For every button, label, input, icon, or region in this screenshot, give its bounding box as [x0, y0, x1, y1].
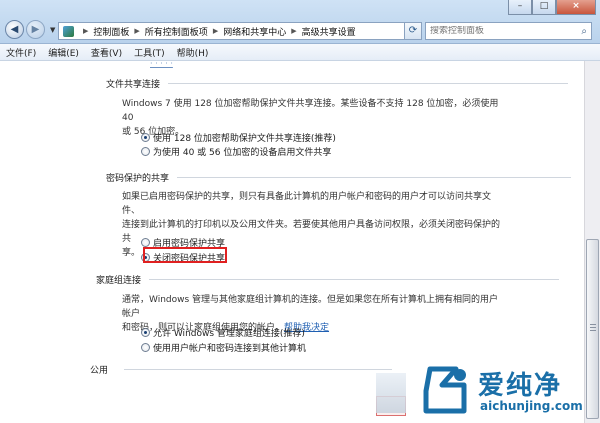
- radio-button[interactable]: [141, 147, 150, 156]
- radio-option-40-56bit[interactable]: 为使用 40 或 56 位加密的设备启用文件共享: [141, 145, 331, 158]
- menu-bar: 文件(F) 编辑(E) 查看(V) 工具(T) 帮助(H): [0, 44, 600, 61]
- radio-option-user-account[interactable]: 使用用户帐户和密码连接到其他计算机: [141, 341, 306, 354]
- section-title-file-sharing: 文件共享连接: [106, 77, 569, 90]
- menu-file[interactable]: 文件(F): [6, 46, 36, 59]
- forward-arrow-icon[interactable]: ▶: [26, 20, 45, 39]
- divider: [177, 177, 572, 178]
- menu-help[interactable]: 帮助(H): [177, 46, 209, 59]
- menu-tools[interactable]: 工具(T): [134, 46, 165, 59]
- title-bar: – □ × ◀ ▶ ▼ ▶ 控制面板 ▶ 所有控制面板项 ▶ 网络和共享中心 ▶…: [0, 0, 600, 44]
- search-icon[interactable]: ⌕: [581, 26, 587, 37]
- control-panel-icon: [63, 25, 74, 37]
- radio-option-128bit[interactable]: 使用 128 位加密帮助保护文件共享连接(推荐): [141, 131, 336, 144]
- chevron-down-icon[interactable]: ▼: [50, 26, 55, 34]
- highlight-box: [143, 247, 227, 263]
- breadcrumb-control-panel[interactable]: 控制面板: [93, 25, 129, 38]
- back-arrow-icon[interactable]: ◀: [5, 20, 24, 39]
- minimize-button[interactable]: –: [508, 0, 532, 15]
- logo-mark-icon: [423, 366, 467, 414]
- chevron-right-icon[interactable]: ▶: [291, 27, 296, 35]
- divider: [124, 369, 393, 370]
- radio-button[interactable]: [141, 328, 150, 337]
- radio-button[interactable]: [141, 238, 150, 247]
- chevron-right-icon[interactable]: ▶: [213, 27, 218, 35]
- divider: [168, 83, 569, 84]
- section-title-password-sharing: 密码保护的共享: [106, 171, 572, 184]
- radio-option-windows-manage[interactable]: 允许 Windows 管理家庭组连接(推荐): [141, 326, 305, 339]
- chevron-right-icon[interactable]: ▶: [83, 27, 88, 35]
- breadcrumb-all-items[interactable]: 所有控制面板项: [145, 25, 208, 38]
- search-box[interactable]: ⌕: [425, 22, 592, 40]
- section-title-public[interactable]: 公用: [90, 363, 393, 376]
- refresh-icon[interactable]: ⟳: [404, 22, 422, 40]
- menu-view[interactable]: 查看(V): [91, 46, 122, 59]
- radio-button[interactable]: [141, 133, 150, 142]
- cut-off-link: · · · · ·: [150, 61, 173, 68]
- watermark-url: aichunjing.com: [480, 399, 583, 413]
- watermark-logo: 爱纯净 aichunjing.com: [376, 361, 600, 423]
- close-button[interactable]: ×: [556, 0, 596, 15]
- radio-button[interactable]: [141, 343, 150, 352]
- watermark-name: 爱纯净: [478, 371, 563, 401]
- nav-buttons: ◀ ▶ ▼: [5, 20, 58, 39]
- window-controls: – □ ×: [508, 0, 596, 15]
- divider: [149, 279, 560, 280]
- address-bar[interactable]: ▶ 控制面板 ▶ 所有控制面板项 ▶ 网络和共享中心 ▶ 高级共享设置 ▼: [58, 22, 414, 40]
- search-input[interactable]: [430, 26, 570, 36]
- menu-edit[interactable]: 编辑(E): [48, 46, 79, 59]
- chevron-right-icon[interactable]: ▶: [134, 27, 139, 35]
- maximize-button[interactable]: □: [532, 0, 556, 15]
- breadcrumb-advanced-sharing[interactable]: 高级共享设置: [302, 25, 356, 38]
- watermark-badge: [376, 373, 406, 413]
- section-title-homegroup: 家庭组连接: [96, 273, 560, 286]
- breadcrumb-network-center[interactable]: 网络和共享中心: [223, 25, 286, 38]
